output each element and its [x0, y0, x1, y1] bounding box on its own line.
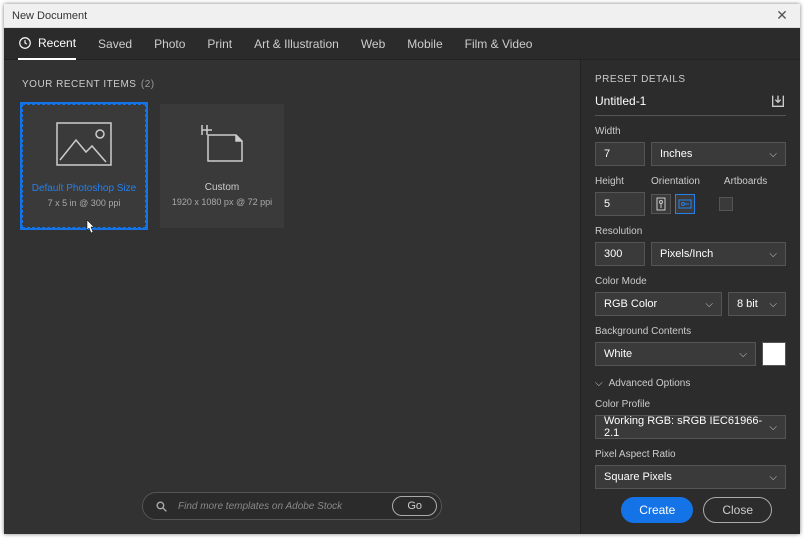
orientation-label: Orientation: [651, 176, 700, 187]
create-button[interactable]: Create: [621, 497, 693, 523]
tab-web[interactable]: Web: [361, 28, 385, 60]
unit-select[interactable]: Inches ⌵: [651, 142, 786, 166]
color-mode-label: Color Mode: [595, 276, 786, 287]
recent-items-label: YOUR RECENT ITEMS: [22, 79, 136, 90]
window-title: New Document: [12, 10, 87, 22]
preset-details-panel: PRESET DETAILS Untitled-1 Width 7 Inches…: [580, 60, 800, 534]
tab-print[interactable]: Print: [207, 28, 232, 60]
background-color-swatch[interactable]: [762, 342, 786, 366]
preset-detail: 1920 x 1080 px @ 72 ppi: [172, 197, 272, 207]
go-button[interactable]: Go: [392, 496, 437, 516]
document-name-input[interactable]: Untitled-1: [595, 94, 646, 108]
preset-name: Default Photoshop Size: [32, 183, 137, 194]
color-mode-select[interactable]: RGB Color ⌵: [595, 292, 722, 316]
recent-items-count: (2): [141, 79, 155, 90]
tab-mobile[interactable]: Mobile: [407, 28, 442, 60]
orientation-portrait-button[interactable]: [651, 194, 671, 214]
chevron-down-icon: ⌵: [705, 299, 713, 310]
pixel-aspect-ratio-label: Pixel Aspect Ratio: [595, 449, 786, 460]
chevron-down-icon: ⌵: [595, 378, 603, 389]
orientation-landscape-button[interactable]: [675, 194, 695, 214]
color-profile-label: Color Profile: [595, 399, 786, 410]
chevron-down-icon: ⌵: [769, 472, 777, 483]
close-icon[interactable]: ✕: [772, 7, 792, 24]
tab-art-illustration[interactable]: Art & Illustration: [254, 28, 339, 60]
recent-panel: YOUR RECENT ITEMS (2) Default Photoshop …: [4, 60, 580, 534]
category-tabs: Recent Saved Photo Print Art & Illustrat…: [4, 28, 800, 60]
chevron-down-icon: ⌵: [739, 349, 747, 360]
resolution-unit-select[interactable]: Pixels/Inch ⌵: [651, 242, 786, 266]
preset-details-header: PRESET DETAILS: [595, 74, 786, 85]
preset-custom[interactable]: Custom 1920 x 1080 px @ 72 ppi: [160, 104, 284, 228]
image-icon: [56, 119, 112, 169]
chevron-down-icon: ⌵: [769, 249, 777, 260]
preset-default-photoshop-size[interactable]: Default Photoshop Size 7 x 5 in @ 300 pp…: [22, 104, 146, 228]
new-document-dialog: New Document ✕ Recent Saved Photo Print …: [4, 4, 800, 534]
advanced-options-toggle[interactable]: ⌵ Advanced Options: [595, 378, 786, 389]
tab-film-video[interactable]: Film & Video: [465, 28, 533, 60]
tab-recent[interactable]: Recent: [18, 28, 76, 60]
chevron-down-icon: ⌵: [769, 422, 777, 433]
save-preset-icon[interactable]: [770, 93, 786, 109]
preset-detail: 7 x 5 in @ 300 ppi: [48, 198, 121, 208]
artboards-label: Artboards: [724, 176, 767, 187]
chevron-down-icon: ⌵: [769, 149, 777, 160]
bit-depth-select[interactable]: 8 bit ⌵: [728, 292, 786, 316]
height-label: Height: [595, 176, 645, 187]
chevron-down-icon: ⌵: [769, 299, 777, 310]
resolution-label: Resolution: [595, 226, 786, 237]
close-button[interactable]: Close: [703, 497, 772, 523]
width-label: Width: [595, 126, 786, 137]
titlebar: New Document ✕: [4, 4, 800, 28]
tab-saved[interactable]: Saved: [98, 28, 132, 60]
height-input[interactable]: 5: [595, 192, 645, 216]
clock-icon: [18, 36, 32, 50]
custom-preset-icon: [194, 118, 250, 168]
pixel-aspect-ratio-select[interactable]: Square Pixels ⌵: [595, 465, 786, 489]
stock-search[interactable]: Find more templates on Adobe Stock Go: [142, 492, 442, 520]
color-profile-select[interactable]: Working RGB: sRGB IEC61966-2.1 ⌵: [595, 415, 786, 439]
resolution-input[interactable]: 300: [595, 242, 645, 266]
tab-photo[interactable]: Photo: [154, 28, 185, 60]
artboards-checkbox[interactable]: [719, 197, 733, 211]
background-contents-select[interactable]: White ⌵: [595, 342, 756, 366]
search-placeholder: Find more templates on Adobe Stock: [178, 501, 382, 512]
preset-name: Custom: [205, 182, 239, 193]
background-contents-label: Background Contents: [595, 326, 786, 337]
search-icon: [155, 500, 168, 513]
width-input[interactable]: 7: [595, 142, 645, 166]
